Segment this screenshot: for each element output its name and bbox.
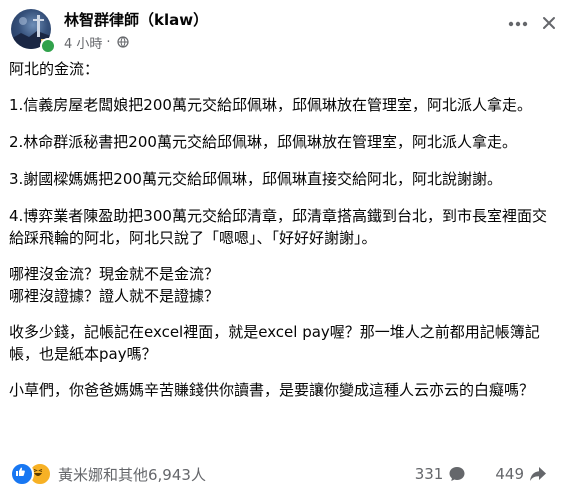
meta-separator: ·	[106, 34, 111, 50]
post-paragraph: 4.博弈業者陳盈助把300萬元交給邱清章，邱清章搭高鐵到台北，到市長室裡面交給踩…	[9, 207, 547, 247]
reaction-summary-text[interactable]: 黃米娜和其他6,943人	[58, 464, 206, 485]
post-meta: 4 小時 ·	[64, 33, 129, 52]
facebook-post: 林智群律師（klaw） 4 小時 · 阿北的金流： 1.信義房屋老闆娘把200萬…	[0, 0, 564, 496]
post-time[interactable]: 4 小時	[64, 33, 102, 52]
close-icon[interactable]	[536, 10, 562, 36]
reactions-summary[interactable]: 黃米娜和其他6,943人	[10, 462, 206, 486]
like-icon	[10, 462, 34, 486]
engagement-counts: 331 449	[415, 464, 548, 484]
post-body: 阿北的金流： 1.信義房屋老闆娘把200萬元交給邱佩琳，邱佩琳放在管理室，阿北派…	[9, 58, 547, 401]
post-paragraph: 小草們，你爸爸媽媽辛苦賺錢供你讀書，是要讓你變成這種人云亦云的白癡嗎？	[9, 381, 535, 399]
post-paragraph: 3.謝國樑媽媽把200萬元交給邱佩琳，邱佩琳直接交給阿北，阿北說謝謝。	[9, 170, 502, 188]
post-paragraph: 哪裡沒金流？現金就不是金流？ 哪裡沒證據？證人就不是證據？	[9, 265, 220, 305]
shares-count[interactable]: 449	[495, 464, 548, 484]
shares-count-value: 449	[495, 465, 524, 483]
post-header: 林智群律師（klaw） 4 小時 ·	[0, 0, 564, 60]
online-status-dot	[40, 38, 56, 54]
post-paragraph: 收多少錢，記帳記在excel裡面，就是excel pay喔？那一堆人之前都用記帳…	[9, 323, 540, 363]
more-horizontal-icon[interactable]	[504, 12, 532, 36]
globe-icon[interactable]	[116, 36, 129, 48]
share-icon	[528, 464, 548, 484]
comments-count[interactable]: 331	[415, 464, 468, 484]
author-name[interactable]: 林智群律師（klaw）	[64, 9, 208, 30]
post-paragraph: 2.林命群派秘書把200萬元交給邱佩琳，邱佩琳放在管理室，阿北派人拿走。	[9, 133, 517, 151]
comment-icon	[447, 464, 467, 484]
post-paragraph: 阿北的金流：	[9, 60, 100, 78]
post-footer: 黃米娜和其他6,943人 331 449	[0, 460, 564, 496]
post-paragraph: 1.信義房屋老闆娘把200萬元交給邱佩琳，邱佩琳放在管理室，阿北派人拿走。	[9, 96, 532, 114]
comments-count-value: 331	[414, 465, 444, 483]
